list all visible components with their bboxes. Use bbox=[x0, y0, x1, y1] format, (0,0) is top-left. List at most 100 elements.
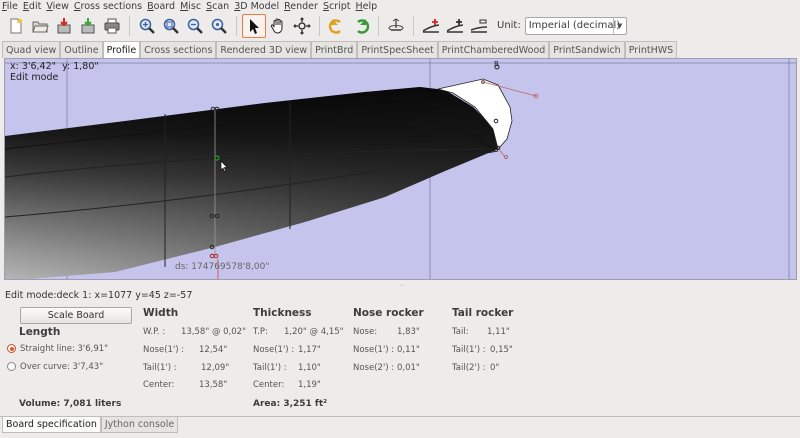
profile-viewport[interactable]: B x: 3'6,42" y: 1,80" Edit mode ds: 1747… bbox=[4, 58, 797, 280]
panel-splitter[interactable]: ⋯ bbox=[0, 281, 800, 289]
nose-rocker-1-value: 0,11" bbox=[397, 345, 420, 355]
thickness-nose-value: 1,17" bbox=[298, 345, 321, 355]
width-tail-value: 12,09" bbox=[201, 363, 230, 373]
width-wp-label: W.P. : bbox=[143, 327, 166, 337]
tab-profile[interactable]: Profile bbox=[102, 41, 141, 58]
pan-hand-icon[interactable] bbox=[266, 14, 290, 38]
width-nose-label: Nose(1') : bbox=[143, 345, 185, 355]
area-value: Area: 3,251 ft² bbox=[253, 399, 328, 409]
thickness-title: Thickness bbox=[253, 307, 312, 319]
orbit-icon[interactable] bbox=[290, 14, 314, 38]
tab-rendered-3d-view[interactable]: Rendered 3D view bbox=[216, 41, 312, 58]
menu-misc[interactable]: Misc bbox=[180, 1, 201, 12]
menu-edit[interactable]: Edit bbox=[23, 1, 41, 12]
menu-script[interactable]: Script bbox=[323, 1, 351, 12]
toolbar-separator bbox=[319, 15, 320, 36]
menu-view[interactable]: View bbox=[46, 1, 69, 12]
tail-rocker-2-value: 0" bbox=[490, 363, 500, 373]
unit-label: Unit: bbox=[497, 20, 521, 31]
tab-jython-console[interactable]: Jython console bbox=[100, 417, 179, 433]
new-file-icon[interactable] bbox=[4, 14, 28, 38]
length-title: Length bbox=[19, 326, 61, 338]
zoom-fit-icon[interactable] bbox=[159, 14, 183, 38]
tab-cross-sections[interactable]: Cross sections bbox=[140, 41, 217, 58]
open-folder-icon[interactable] bbox=[28, 14, 52, 38]
spin-icon[interactable] bbox=[384, 14, 408, 38]
tail-rocker-tail-value: 1,11" bbox=[487, 327, 510, 337]
tab-printsandwich[interactable]: PrintSandwich bbox=[549, 41, 625, 58]
scale-board-button[interactable]: Scale Board bbox=[20, 307, 132, 324]
menu-cross-sections[interactable]: Cross sections bbox=[74, 1, 142, 12]
view-tabs: Quad view Outline Profile Cross sections… bbox=[2, 41, 678, 58]
marker-label: B bbox=[494, 60, 499, 68]
coord-y: y: 1,80" bbox=[62, 61, 99, 72]
menu-scan[interactable]: Scan bbox=[206, 1, 229, 12]
width-wp-value: 13,58" @ 0,02" bbox=[181, 327, 246, 337]
tab-printbrd[interactable]: PrintBrd bbox=[311, 41, 358, 58]
menu-3d-model[interactable]: 3D Model bbox=[234, 1, 279, 12]
zoom-area-icon[interactable] bbox=[207, 14, 231, 38]
status-line: Edit mode:deck 1: x=1077 y=45 z=-57 bbox=[5, 290, 193, 301]
nose-rocker-title: Nose rocker bbox=[353, 307, 424, 319]
splitter-grip-icon[interactable]: ⋯ bbox=[399, 282, 405, 289]
add-point-icon[interactable] bbox=[419, 14, 443, 38]
unit-select[interactable]: Imperial (decimal) ▼ bbox=[524, 16, 627, 35]
tail-rocker-1-label: Tail(1') : bbox=[452, 345, 486, 355]
control-point[interactable] bbox=[503, 154, 509, 160]
tab-board-specification[interactable]: Board specification bbox=[2, 417, 101, 433]
width-nose-value: 12,54" bbox=[199, 345, 228, 355]
print-icon[interactable] bbox=[100, 14, 124, 38]
nose-rocker-2-value: 0,01" bbox=[397, 363, 420, 373]
tail-rocker-title: Tail rocker bbox=[452, 307, 514, 319]
thickness-center-value: 1,19" bbox=[298, 380, 321, 390]
toolbar-separator bbox=[378, 15, 379, 36]
straight-line-radio[interactable] bbox=[7, 344, 16, 353]
add-deck-icon[interactable] bbox=[467, 14, 491, 38]
tab-quad-view[interactable]: Quad view bbox=[2, 41, 61, 58]
board-shade bbox=[5, 87, 498, 279]
menu-render[interactable]: Render bbox=[284, 1, 318, 12]
save-as-icon[interactable] bbox=[76, 14, 100, 38]
thickness-tail-label: Tail(1') : bbox=[253, 363, 287, 373]
width-center-label: Center: bbox=[143, 380, 175, 390]
nose-rocker-1-label: Nose(1') : bbox=[353, 345, 395, 355]
tab-outline[interactable]: Outline bbox=[60, 41, 103, 58]
select-arrow-icon[interactable] bbox=[242, 13, 266, 38]
nose-rocker-nose-label: Nose: bbox=[353, 327, 378, 337]
menu-board[interactable]: Board bbox=[147, 1, 175, 12]
toolbar-separator bbox=[236, 15, 237, 36]
tab-printhws[interactable]: PrintHWS bbox=[624, 41, 678, 58]
tab-printspecsheet[interactable]: PrintSpecSheet bbox=[357, 41, 438, 58]
tail-rocker-tail-label: Tail: bbox=[452, 327, 469, 337]
thickness-nose-label: Nose(1') : bbox=[253, 345, 295, 355]
width-title: Width bbox=[143, 307, 179, 319]
over-curve-label: Over curve: 3'7,43" bbox=[20, 362, 104, 372]
toolbar-separator bbox=[129, 15, 130, 36]
tangent-handle bbox=[497, 147, 506, 158]
tail-rocker-2-label: Tail(2') : bbox=[452, 363, 486, 373]
coordinate-readout: x: 3'6,42" y: 1,80" bbox=[10, 61, 99, 72]
nose-rocker-2-label: Nose(2') : bbox=[353, 363, 395, 373]
control-point[interactable] bbox=[209, 253, 215, 259]
menu-file[interactable]: File bbox=[2, 1, 18, 12]
menu-help[interactable]: Help bbox=[356, 1, 378, 12]
undo-icon[interactable] bbox=[325, 14, 349, 38]
thickness-center-label: Center: bbox=[253, 380, 285, 390]
zoom-out-icon[interactable] bbox=[183, 14, 207, 38]
save-icon[interactable] bbox=[52, 14, 76, 38]
over-curve-radio[interactable] bbox=[7, 362, 16, 371]
width-tail-label: Tail(1') : bbox=[143, 363, 177, 373]
zoom-in-icon[interactable] bbox=[135, 14, 159, 38]
tail-rocker-1-value: 0,15" bbox=[490, 345, 513, 355]
coord-x: x: 3'6,42" bbox=[10, 61, 57, 72]
redo-icon[interactable] bbox=[349, 14, 373, 38]
straight-line-label: Straight line: 3'6,91" bbox=[20, 344, 109, 354]
nose-rocker-nose-value: 1,83" bbox=[397, 327, 420, 337]
volume-value: Volume: 7,081 liters bbox=[19, 399, 122, 409]
chevron-down-icon[interactable]: ▼ bbox=[612, 17, 626, 34]
toolbar-separator bbox=[413, 15, 414, 36]
add-ghost-point-icon[interactable] bbox=[443, 14, 467, 38]
menu-bar: File Edit View Cross sections Board Misc… bbox=[0, 0, 800, 12]
control-point[interactable] bbox=[213, 253, 219, 259]
tab-printchamberedwood[interactable]: PrintChamberedWood bbox=[437, 41, 550, 58]
